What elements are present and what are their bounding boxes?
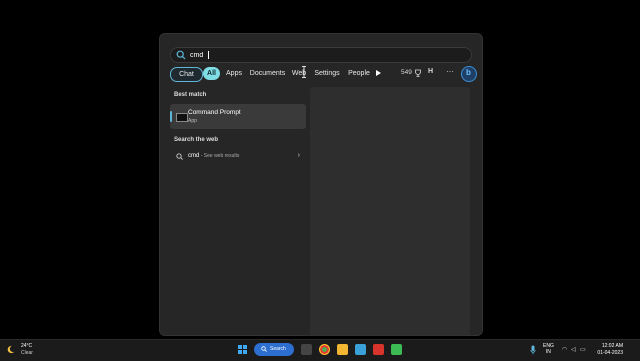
web-result-item[interactable]: cmd - See web results ›: [170, 150, 306, 164]
best-match-subtitle: App: [188, 118, 197, 124]
search-icon: [176, 50, 186, 60]
battery-icon[interactable]: ▭: [580, 346, 586, 353]
clock[interactable]: 12:02 AM 01-04-2023: [591, 343, 623, 357]
filter-all[interactable]: All: [203, 67, 220, 80]
filter-documents[interactable]: Documents: [249, 67, 286, 80]
filter-apps[interactable]: Apps: [223, 67, 245, 80]
web-query: cmd - See web results: [188, 153, 239, 159]
filter-chat[interactable]: Chat: [170, 67, 203, 82]
region-code: IN: [545, 349, 551, 355]
selection-indicator: [170, 111, 172, 122]
app-icon-red[interactable]: [373, 344, 384, 355]
app-icon-green[interactable]: [391, 344, 402, 355]
store-icon[interactable]: [355, 344, 366, 355]
windows-start-icon[interactable]: [238, 345, 248, 355]
profile-initial[interactable]: H: [428, 68, 433, 75]
filter-bar: Chat All Apps Documents Web Settings Peo…: [170, 66, 477, 82]
start-search-panel: Chat All Apps Documents Web Settings Peo…: [159, 33, 483, 336]
volume-icon[interactable]: ◁: [571, 346, 576, 353]
taskbar-search-button[interactable]: Search: [254, 343, 294, 356]
web-query-text: cmd: [188, 153, 200, 159]
time: 12:02 AM: [601, 343, 623, 349]
best-match-item[interactable]: Command Prompt App: [170, 104, 306, 129]
filter-settings[interactable]: Settings: [312, 67, 342, 80]
search-box[interactable]: [170, 47, 472, 78]
language-indicator[interactable]: ENG IN: [543, 343, 554, 355]
command-prompt-icon: [176, 113, 188, 122]
chrome-icon[interactable]: [319, 344, 330, 355]
wifi-icon[interactable]: ◠: [562, 346, 567, 353]
moon-icon: [7, 345, 15, 354]
bing-button[interactable]: b: [461, 66, 477, 82]
file-explorer-icon[interactable]: [337, 344, 348, 355]
chevron-right-icon: ›: [297, 152, 300, 159]
microphone-icon[interactable]: [530, 345, 536, 355]
taskbar: 24°C Clear Search ENG IN ◠ ◁ ▭ 12:02 AM …: [0, 339, 640, 361]
date: 01-04-2023: [597, 350, 623, 356]
task-view-icon[interactable]: [301, 344, 312, 355]
filter-web[interactable]: Web: [290, 67, 308, 80]
best-match-title: Command Prompt: [188, 109, 241, 116]
search-input[interactable]: [190, 48, 390, 62]
trophy-icon[interactable]: [414, 69, 422, 77]
more-filters-arrow-icon[interactable]: [376, 70, 381, 76]
chat-label: Chat: [179, 71, 194, 78]
search-icon: [176, 153, 183, 160]
search-icon: [261, 346, 267, 352]
temperature: 24°C: [21, 343, 33, 349]
web-results-suffix: - See web results: [199, 153, 240, 159]
weather-condition: Clear: [21, 350, 33, 356]
search-web-heading: Search the web: [174, 137, 219, 143]
filter-people[interactable]: People: [346, 67, 372, 80]
best-match-heading: Best match: [174, 92, 207, 98]
bing-icon: b: [466, 68, 471, 77]
text-caret: [208, 51, 209, 59]
more-options-button[interactable]: ···: [446, 67, 454, 76]
preview-pane: [310, 87, 470, 335]
taskbar-search-label: Search: [270, 346, 286, 352]
rewards-points[interactable]: 549: [401, 69, 412, 76]
